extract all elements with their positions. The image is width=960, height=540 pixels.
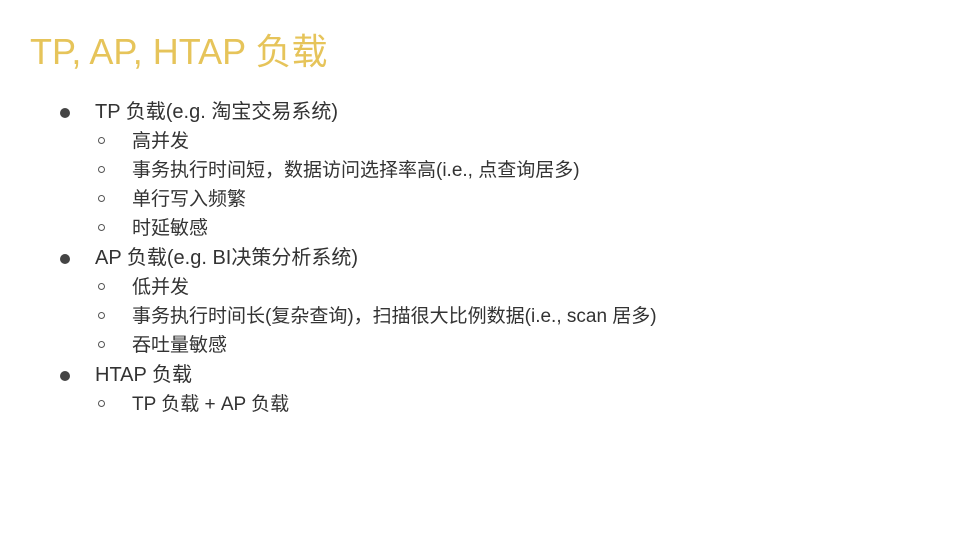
sub-item: 吞吐量敏感 (56, 331, 936, 360)
sub-item-label: 低并发 (132, 277, 190, 298)
sub-item-label: 事务执行时间短，数据访问选择率高(i.e., 点查询居多) (132, 160, 580, 181)
sub-item: 事务执行时间短，数据访问选择率高(i.e., 点查询居多) (56, 156, 936, 185)
sub-bullet-ring-icon (98, 195, 105, 202)
sub-bullet-ring-icon (98, 312, 105, 319)
sub-bullet-ring-icon (98, 283, 105, 290)
bullet-dot-icon (60, 108, 70, 118)
sub-item-label: 高并发 (132, 131, 190, 152)
bullet-dot-icon (60, 254, 70, 264)
sub-item-label: 吞吐量敏感 (132, 335, 228, 356)
bullet-item-htap: HTAP 负载 (56, 360, 936, 390)
bullet-label: HTAP 负载 (95, 364, 193, 386)
sub-item-label: 单行写入频繁 (132, 189, 247, 210)
sub-item-label: 时延敏感 (132, 218, 209, 239)
sub-item: TP 负载 + AP 负载 (56, 390, 936, 419)
bullet-item-ap: AP 负载(e.g. BI决策分析系统) (56, 243, 936, 273)
bullet-label: TP 负载(e.g. 淘宝交易系统) (95, 101, 338, 123)
sub-item: 高并发 (56, 127, 936, 156)
sub-item: 单行写入频繁 (56, 185, 936, 214)
sub-item-label: TP 负载 + AP 负载 (132, 394, 290, 415)
sub-item: 低并发 (56, 273, 936, 302)
sub-item-label: 事务执行时间长(复杂查询)，扫描很大比例数据(i.e., scan 居多) (132, 306, 657, 327)
bullet-label: AP 负载(e.g. BI决策分析系统) (95, 247, 359, 269)
slide: TP, AP, HTAP 负载 TP 负载(e.g. 淘宝交易系统) 高并发 事… (0, 0, 960, 540)
sub-bullet-ring-icon (98, 341, 105, 348)
slide-title: TP, AP, HTAP 负载 (30, 31, 328, 72)
bullet-item-tp: TP 负载(e.g. 淘宝交易系统) (56, 97, 936, 127)
bullet-list: TP 负载(e.g. 淘宝交易系统) 高并发 事务执行时间短，数据访问选择率高(… (56, 97, 936, 419)
sub-item: 事务执行时间长(复杂查询)，扫描很大比例数据(i.e., scan 居多) (56, 302, 936, 331)
sub-bullet-ring-icon (98, 400, 105, 407)
sub-bullet-ring-icon (98, 137, 105, 144)
sub-bullet-ring-icon (98, 166, 105, 173)
bullet-dot-icon (60, 371, 70, 381)
sub-bullet-ring-icon (98, 224, 105, 231)
sub-item: 时延敏感 (56, 214, 936, 243)
